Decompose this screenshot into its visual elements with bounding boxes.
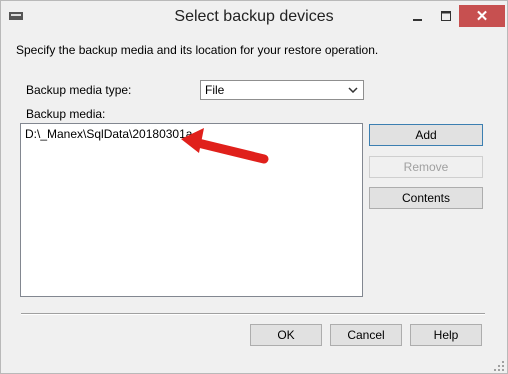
dialog-window: Select backup devices ✕ Specify the back…	[0, 0, 508, 374]
red-arrow-annotation-icon	[181, 128, 269, 164]
